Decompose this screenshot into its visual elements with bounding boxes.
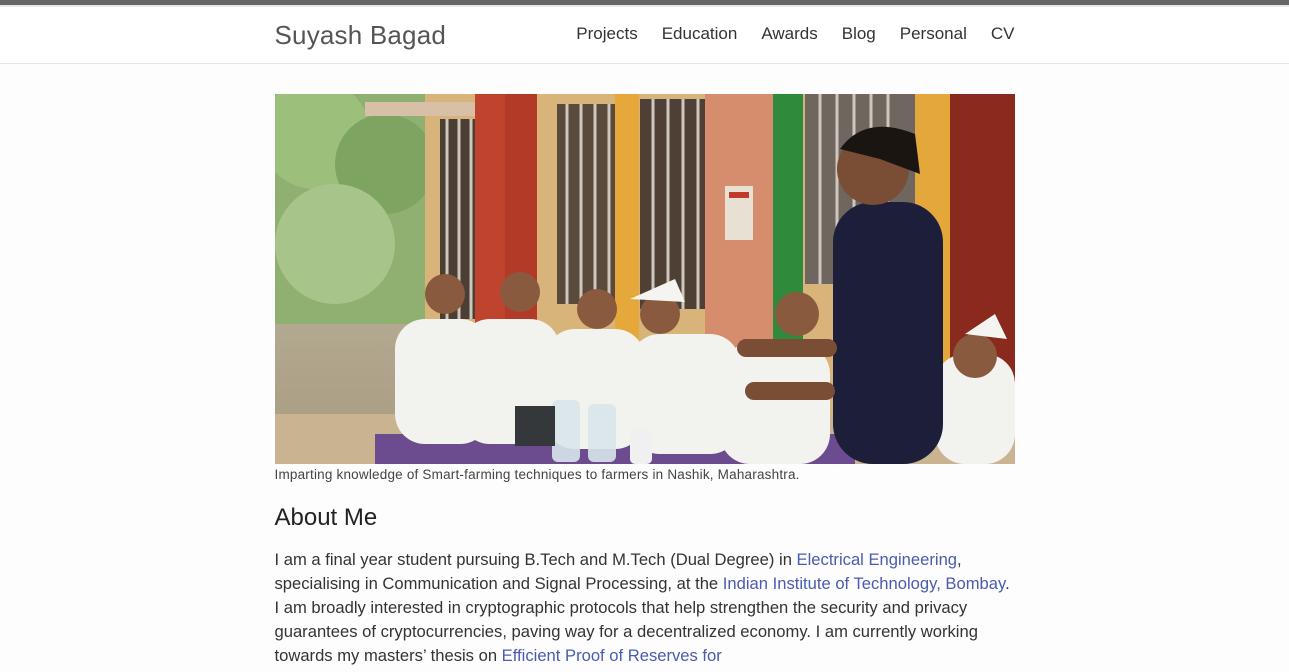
nav-education[interactable]: Education: [662, 24, 738, 44]
link-electrical-engineering[interactable]: Electrical Engineering: [797, 550, 958, 569]
hero-photo: [274, 94, 1015, 464]
link-iit-bombay[interactable]: Indian Institute of Technology, Bombay: [723, 574, 1005, 593]
hero-photo-illustration: [274, 94, 1015, 464]
nav-blog[interactable]: Blog: [842, 24, 876, 44]
about-paragraph: I am a final year student pursuing B.Tec…: [275, 548, 1015, 668]
top-accent-bar: [0, 0, 1289, 7]
nav-personal[interactable]: Personal: [900, 24, 967, 44]
link-thesis[interactable]: Efficient Proof of Reserves for: [502, 646, 722, 665]
main-content: Imparting knowledge of Smart-farming tec…: [274, 64, 1015, 668]
photo-caption: Imparting knowledge of Smart-farming tec…: [274, 467, 800, 482]
site-title-link[interactable]: Suyash Bagad: [275, 20, 447, 51]
main-nav: Projects Education Awards Blog Personal …: [576, 24, 1014, 44]
nav-cv[interactable]: CV: [991, 24, 1015, 44]
about-text-1: I am a final year student pursuing B.Tec…: [274, 550, 797, 569]
nav-projects[interactable]: Projects: [576, 24, 637, 44]
site-header: Suyash Bagad Projects Education Awards B…: [0, 7, 1289, 64]
about-heading: About Me: [274, 504, 378, 531]
nav-awards[interactable]: Awards: [761, 24, 817, 44]
